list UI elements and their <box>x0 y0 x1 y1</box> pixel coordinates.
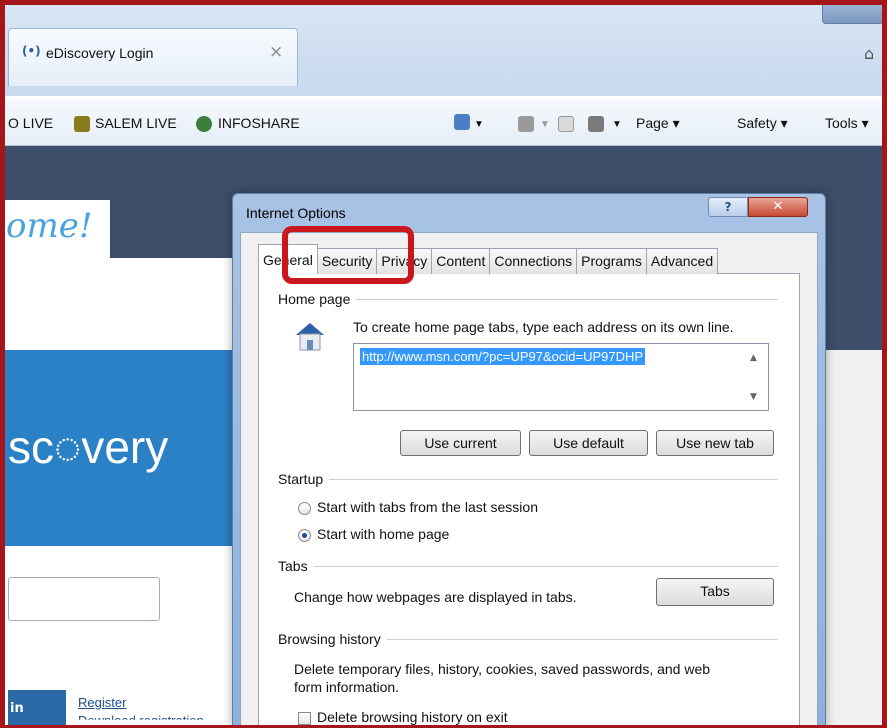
option-home-page[interactable]: Start with home page <box>317 526 449 542</box>
tabs-settings-button[interactable]: Tabs <box>656 578 774 606</box>
chevron-down-icon[interactable]: ▼ <box>612 119 622 130</box>
register-link[interactable]: Register <box>78 695 126 710</box>
site-favicon-icon: (•) <box>22 44 41 58</box>
radio-tabs-last-session[interactable] <box>298 502 311 515</box>
print-icon[interactable] <box>588 116 604 132</box>
page-right-strip <box>818 350 887 728</box>
chevron-down-icon[interactable]: ▼ <box>540 119 550 130</box>
chevron-down-icon[interactable]: ▼ <box>474 119 484 130</box>
tab-connections[interactable]: Connections <box>489 248 578 274</box>
tab-content[interactable]: Content <box>431 248 491 274</box>
tab-close-icon[interactable]: × <box>269 42 283 62</box>
browser-tab-title: eDiscovery Login <box>46 45 154 61</box>
tools-menu[interactable]: Tools ▾ <box>825 115 869 132</box>
use-current-button[interactable]: Use current <box>400 430 521 456</box>
scroll-up-icon[interactable]: ▲ <box>750 353 757 363</box>
radio-home-page[interactable] <box>298 529 311 542</box>
tabs-divider <box>284 566 778 567</box>
bug-icon <box>74 116 90 132</box>
home-icon[interactable]: ⌂ <box>864 44 874 63</box>
delete-on-exit-checkbox[interactable] <box>298 712 311 725</box>
browsing-history-description-2: form information. <box>294 679 400 695</box>
tab-programs[interactable]: Programs <box>576 248 647 274</box>
use-new-tab-button[interactable]: Use new tab <box>656 430 774 456</box>
house-icon <box>296 323 324 351</box>
safety-menu[interactable]: Safety ▾ <box>737 115 788 132</box>
tabs-description: Change how webpages are displayed in tab… <box>294 589 577 605</box>
window-controls[interactable] <box>822 2 884 24</box>
favorite-salem-live[interactable]: SALEM LIVE <box>95 115 177 131</box>
mail-icon[interactable] <box>558 116 574 132</box>
startup-label: Startup <box>278 471 330 487</box>
close-button[interactable]: ✕ <box>748 197 808 217</box>
favorite-infoshare[interactable]: INFOSHARE <box>218 115 300 131</box>
home-page-divider <box>284 299 778 300</box>
browsing-history-description: Delete temporary files, history, cookies… <box>294 661 711 677</box>
home-page-label: Home page <box>278 291 357 307</box>
startup-divider <box>284 479 778 480</box>
login-button[interactable]: in <box>8 690 66 728</box>
home-page-instruction: To create home page tabs, type each addr… <box>353 319 734 335</box>
help-button[interactable]: ? <box>708 197 748 217</box>
tabs-label: Tabs <box>278 558 314 574</box>
security-tab-highlight <box>282 226 414 284</box>
option-tabs-last-session[interactable]: Start with tabs from the last session <box>317 499 538 515</box>
browsing-history-label: Browsing history <box>278 631 387 647</box>
welcome-text: ome! <box>6 206 93 246</box>
dialog-title: Internet Options <box>246 205 346 221</box>
home-page-url-text[interactable]: http://www.msn.com/?pc=UP97&ocid=UP97DHP <box>360 348 646 365</box>
tab-advanced[interactable]: Advanced <box>645 248 719 274</box>
username-field[interactable] <box>8 577 160 621</box>
use-default-button[interactable]: Use default <box>529 430 648 456</box>
home-icon[interactable] <box>454 114 470 130</box>
ediscovery-logo: sc◌very <box>8 421 169 473</box>
feeds-icon[interactable] <box>518 116 534 132</box>
favorite-o-live[interactable]: O LIVE <box>8 115 53 131</box>
globe-icon <box>196 116 212 132</box>
page-white-area <box>0 258 240 350</box>
scroll-down-icon[interactable]: ▼ <box>750 392 757 402</box>
delete-on-exit-label[interactable]: Delete browsing history on exit <box>317 709 508 725</box>
page-menu[interactable]: Page ▾ <box>636 115 680 132</box>
